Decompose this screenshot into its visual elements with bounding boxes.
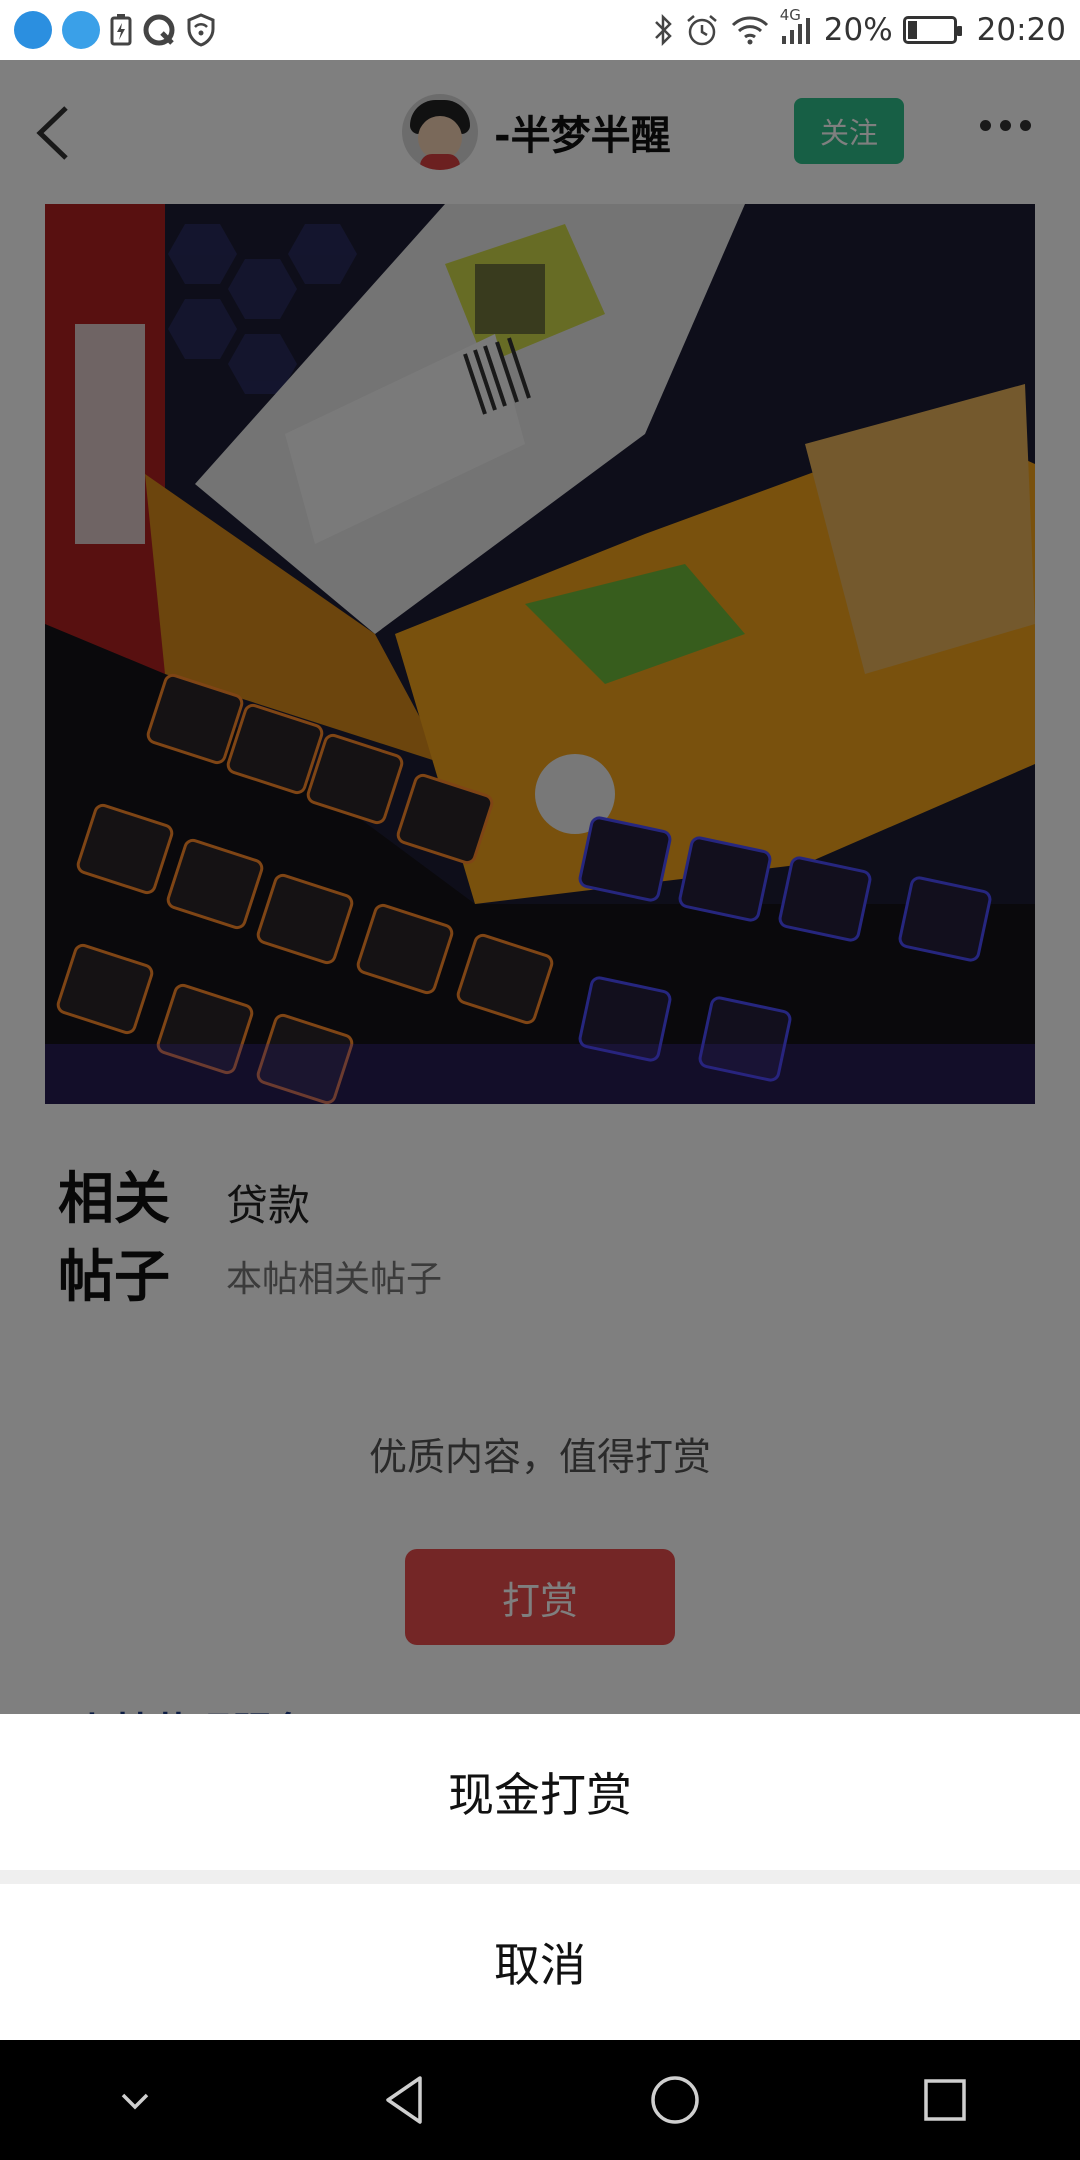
wifi-app-icon	[14, 11, 52, 49]
chevron-down-icon	[121, 2093, 149, 2110]
battery-percent: 20%	[823, 12, 893, 48]
circle-home-icon	[651, 2076, 699, 2124]
battery-level	[907, 21, 918, 39]
cancel-button[interactable]: 取消	[0, 1884, 1080, 2040]
nav-home-button[interactable]	[635, 2060, 715, 2140]
hide-nav-button[interactable]	[95, 2060, 175, 2140]
nav-recents-button[interactable]	[905, 2060, 985, 2140]
screen: 4G 20% 20:20 -半梦半醒 关注	[0, 0, 1080, 2160]
battery-saver-icon	[110, 14, 132, 46]
clock: 20:20	[976, 12, 1066, 48]
triangle-back-icon	[386, 2076, 422, 2124]
system-nav-bar	[0, 2040, 1080, 2160]
square-recents-icon	[924, 2079, 966, 2121]
battery-icon	[902, 16, 962, 44]
action-sheet: 现金打赏 取消	[0, 1714, 1080, 2040]
q-app-icon	[142, 13, 176, 47]
status-bar-left	[14, 11, 216, 49]
wifi-icon	[730, 14, 770, 46]
shield-icon	[186, 13, 216, 47]
app-icon	[62, 11, 100, 49]
network-type: 4G	[779, 6, 801, 24]
bluetooth-icon	[652, 13, 674, 47]
cash-reward-option[interactable]: 现金打赏	[0, 1714, 1080, 1870]
status-bar-right: 4G 20% 20:20	[652, 6, 1066, 48]
nav-back-button[interactable]	[365, 2060, 445, 2140]
alarm-icon	[684, 12, 720, 48]
signal-icon: 4G	[780, 6, 814, 46]
status-bar: 4G 20% 20:20	[0, 0, 1080, 60]
